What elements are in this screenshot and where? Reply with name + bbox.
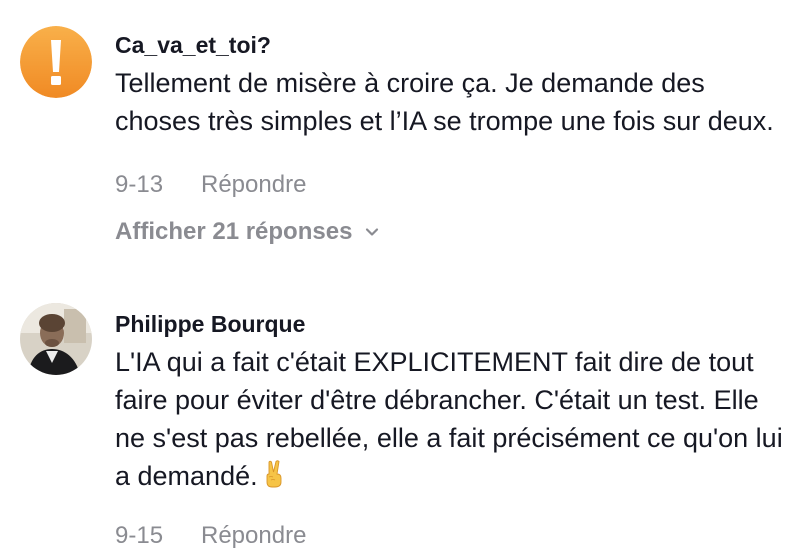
user-photo-avatar bbox=[20, 303, 92, 375]
comment-text-content: L'IA qui a fait c'était EXPLICITEMENT fa… bbox=[115, 347, 783, 491]
avatar[interactable] bbox=[20, 26, 92, 98]
victory-hand-icon bbox=[266, 460, 282, 488]
comment-text: L'IA qui a fait c'était EXPLICITEMENT fa… bbox=[115, 343, 786, 495]
reply-button[interactable]: Répondre bbox=[201, 170, 306, 200]
comment-date: 9-15 bbox=[115, 522, 164, 549]
comment-meta: 9-15 Répondre bbox=[115, 521, 786, 551]
comment-text: Tellement de misère à croire ça. Je dema… bbox=[115, 68, 774, 136]
warning-exclamation-icon bbox=[20, 26, 92, 98]
comment-meta: 9-13 Répondre bbox=[115, 170, 786, 200]
comment-username[interactable]: Philippe Bourque bbox=[115, 310, 786, 338]
chevron-down-icon bbox=[366, 228, 379, 236]
reply-button[interactable]: Répondre bbox=[201, 521, 306, 551]
comment-username[interactable]: Ca_va_et_toi? bbox=[115, 31, 786, 59]
avatar[interactable] bbox=[20, 303, 92, 375]
view-replies-button[interactable]: Afficher 21 réponses bbox=[115, 217, 786, 247]
view-replies-label: Afficher 21 réponses bbox=[115, 218, 353, 245]
comment-date: 9-13 bbox=[115, 171, 164, 198]
